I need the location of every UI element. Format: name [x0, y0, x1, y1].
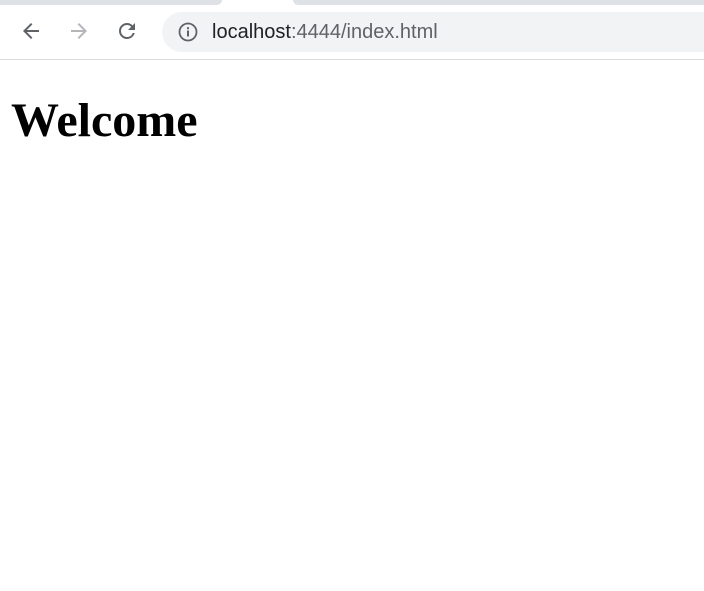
arrow-left-icon	[23, 23, 39, 39]
back-button[interactable]	[13, 13, 49, 49]
arrow-right-icon	[71, 23, 87, 39]
url-host: localhost	[212, 21, 291, 43]
inactive-tab-left[interactable]	[0, 0, 222, 5]
url-path: :4444/index.html	[290, 21, 438, 43]
inactive-tab-right[interactable]	[293, 0, 704, 5]
reload-button[interactable]	[109, 13, 145, 49]
browser-toolbar: localhost:4444/index.html	[0, 0, 704, 60]
address-bar[interactable]: localhost:4444/index.html	[162, 12, 704, 52]
forward-button[interactable]	[61, 13, 97, 49]
tab-strip	[0, 0, 704, 5]
address-url[interactable]: localhost:4444/index.html	[212, 21, 438, 43]
page-content: Welcome	[0, 60, 704, 591]
page-heading: Welcome	[11, 94, 198, 147]
info-icon[interactable]	[178, 22, 198, 42]
reload-icon	[119, 23, 135, 39]
